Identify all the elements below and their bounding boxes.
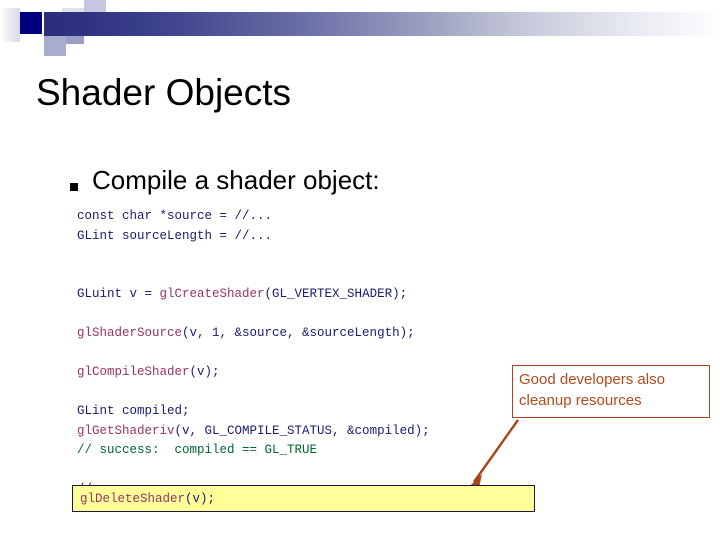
- code-segment: (v, GL_COMPILE_STATUS, &compiled);: [174, 423, 430, 438]
- code-block: const char *source = //... GLint sourceLe…: [77, 207, 637, 500]
- code-segment: glDeleteShader: [80, 492, 186, 506]
- bullet-text: Compile a shader object:: [92, 165, 380, 195]
- page-title: Shader Objects: [36, 72, 292, 113]
- code-segment: // success: compiled == GL_TRUE: [77, 443, 318, 457]
- code-segment: const char *source = //...: [77, 209, 273, 223]
- bullet-square-icon: [70, 163, 92, 197]
- code-line: GLint sourceLength = //...: [77, 227, 637, 247]
- code-segment: GLint sourceLength = //...: [77, 228, 273, 243]
- code-segment: (GL_VERTEX_SHADER);: [264, 287, 408, 301]
- callout-text: Good developers also cleanup resources: [519, 369, 709, 411]
- code-segment: glCompileShader: [77, 365, 190, 379]
- delete-shader-code: glDeleteShader(v);: [80, 490, 215, 508]
- code-line: glShaderSource(v, 1, &source, &sourceLen…: [77, 324, 637, 344]
- callout-line-1: Good developers also: [519, 371, 665, 388]
- code-segment: (v);: [189, 365, 220, 379]
- callout-line-2: cleanup resources: [519, 392, 642, 409]
- code-line: const char *source = //...: [77, 207, 637, 227]
- code-segment: glGetShaderiv: [77, 423, 175, 438]
- bullet-square-glyph: [70, 182, 78, 191]
- code-segment: GLuint v =: [77, 287, 160, 301]
- code-segment: GLint compiled;: [77, 404, 190, 418]
- code-line: GLuint v = glCreateShader(GL_VERTEX_SHAD…: [77, 285, 637, 305]
- code-segment: glShaderSource: [77, 326, 183, 340]
- header-square-bottom: [44, 36, 66, 56]
- code-segment: (v, 1, &source, &sourceLength);: [182, 326, 415, 340]
- header-square-pale-left: [0, 8, 20, 42]
- bullet-row: Compile a shader object:: [70, 163, 670, 197]
- code-line: glGetShaderiv(v, GL_COMPILE_STATUS, &com…: [77, 422, 637, 442]
- header-gradient-bar: [44, 12, 720, 36]
- code-segment: (v);: [185, 492, 216, 506]
- slide-header-decoration: [0, 0, 720, 56]
- code-segment: glCreateShader: [159, 287, 265, 301]
- code-line: // success: compiled == GL_TRUE: [77, 441, 637, 461]
- slide: Shader Objects Compile a shader object: …: [0, 0, 720, 540]
- header-square-navy: [20, 12, 42, 34]
